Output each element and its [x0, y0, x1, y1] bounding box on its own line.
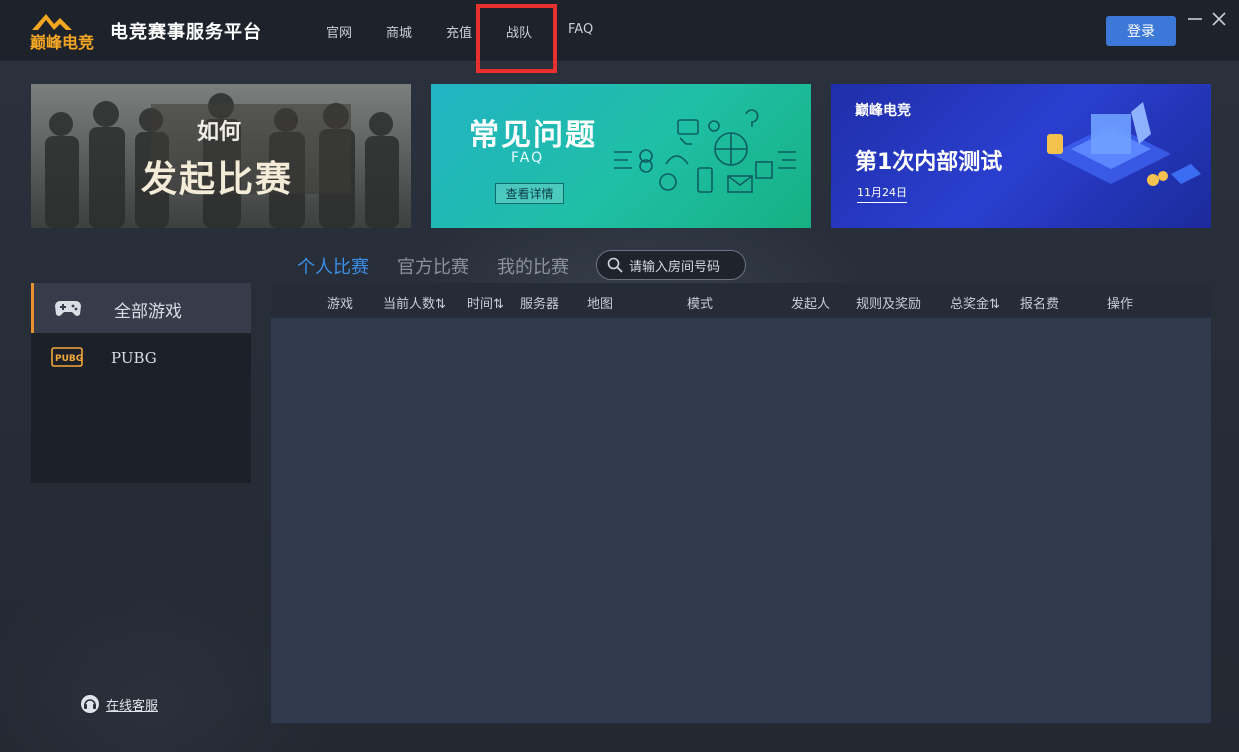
banner-test-title: 第1次内部测试: [855, 150, 1003, 175]
room-search-input[interactable]: 请输入房间号码: [596, 250, 746, 280]
column-game: 游戏: [327, 297, 354, 312]
highlight-box: [476, 4, 557, 73]
pubg-logo-icon: PUBG: [51, 347, 83, 367]
gamepad-icon: [55, 301, 81, 316]
search-icon: [607, 257, 623, 273]
app-title: 电竞赛事服务平台: [110, 22, 262, 43]
banner-faq[interactable]: 常见问题 FAQ 查看详情: [431, 84, 811, 228]
isometric-illustration: [1047, 102, 1201, 186]
search-placeholder: 请输入房间号码: [629, 259, 721, 275]
column-map: 地图: [587, 297, 614, 312]
banner-title-line1: 如何: [197, 120, 242, 145]
close-icon[interactable]: [1210, 10, 1228, 28]
title-bar: 巅峰电竞 电竞赛事服务平台 官网 商城 充值 战队 FAQ 登录: [0, 0, 1239, 73]
sidebar-item-label: PUBG: [111, 349, 157, 367]
column-server: 服务器: [520, 297, 560, 312]
banner-faq-subtitle: FAQ: [511, 150, 545, 166]
column-current-players[interactable]: 当前人数⇅: [383, 293, 446, 312]
match-table-header: 游戏 当前人数⇅ 时间⇅ 服务器 地图 模式 发起人 规则及奖励 总奖金⇅ 报名…: [271, 283, 1211, 318]
tab-personal-matches[interactable]: 个人比赛: [297, 253, 369, 279]
banner-how-to-start-match[interactable]: 如何 发起比赛: [31, 84, 411, 228]
login-button[interactable]: 登录: [1106, 16, 1176, 46]
tab-my-matches[interactable]: 我的比赛: [497, 253, 569, 279]
column-entry-fee: 报名费: [1020, 297, 1060, 312]
nav-official-site[interactable]: 官网: [326, 22, 352, 41]
banner-test-date: 11月24日: [857, 184, 907, 203]
sidebar-item-pubg[interactable]: PUBG PUBG: [31, 333, 251, 383]
banner-brand: 巅峰电竞: [855, 103, 911, 119]
headset-icon: [81, 695, 99, 713]
online-support-label: 在线客服: [106, 698, 159, 714]
match-table-body: [271, 318, 1211, 723]
column-mode: 模式: [687, 297, 714, 312]
faq-icons-illustration: [614, 109, 796, 193]
banner-title-line2: 发起比赛: [141, 159, 294, 200]
column-rules-rewards: 规则及奖励: [856, 297, 922, 312]
banner-faq-title: 常见问题: [469, 118, 597, 153]
online-support-link[interactable]: 在线客服: [80, 694, 158, 714]
banner-internal-test[interactable]: 巅峰电竞 第1次内部测试 11月24日: [831, 84, 1211, 228]
column-actions: 操作: [1107, 297, 1134, 312]
app-logo: 巅峰电竞: [30, 14, 94, 52]
column-host: 发起人: [791, 297, 831, 312]
sidebar-item-label: 全部游戏: [114, 302, 182, 322]
column-total-prize[interactable]: 总奖金⇅: [950, 293, 1000, 312]
game-sidebar: 全部游戏 PUBG PUBG: [31, 283, 251, 483]
nav-store[interactable]: 商城: [386, 22, 412, 41]
svg-text:PUBG: PUBG: [55, 354, 83, 364]
nav-recharge[interactable]: 充值: [446, 22, 472, 41]
svg-text:巅峰电竞: 巅峰电竞: [30, 33, 94, 52]
column-time[interactable]: 时间⇅: [467, 293, 504, 312]
tab-official-matches[interactable]: 官方比赛: [397, 253, 469, 279]
nav-faq[interactable]: FAQ: [568, 22, 593, 37]
sidebar-item-all-games[interactable]: 全部游戏: [31, 283, 251, 333]
view-details-button[interactable]: 查看详情: [495, 183, 564, 204]
minimize-icon[interactable]: [1186, 10, 1204, 28]
